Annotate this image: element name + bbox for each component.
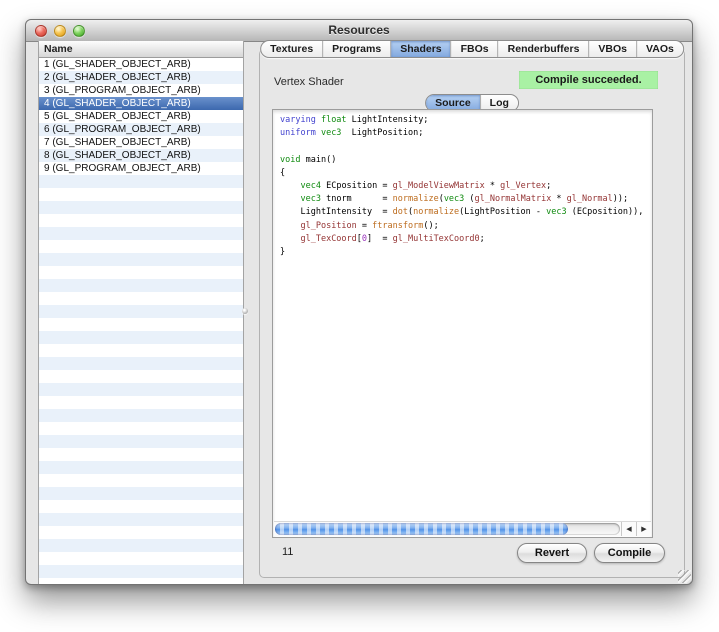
list-item[interactable]: 2 (GL_SHADER_OBJECT_ARB) [39,71,243,84]
line-count: 11 [282,546,293,558]
category-tab-bar: TexturesProgramsShadersFBOsRenderbuffers… [260,40,684,58]
code-line: varying float LightIntensity; [280,114,651,127]
shader-type-label: Vertex Shader [274,76,344,88]
resource-list-pane: Name 1 (GL_SHADER_OBJECT_ARB)2 (GL_SHADE… [38,41,244,584]
revert-button[interactable]: Revert [517,543,587,563]
list-item[interactable]: 3 (GL_PROGRAM_OBJECT_ARB) [39,84,243,97]
tab-renderbuffers[interactable]: Renderbuffers [498,41,589,57]
right-arrow-icon: ▶ [641,525,646,533]
tab-fbos[interactable]: FBOs [451,41,498,57]
code-line: { [280,167,651,180]
code-line: gl_Position = ftransform(); [280,220,651,233]
tab-programs[interactable]: Programs [322,41,390,57]
list-item[interactable]: 7 (GL_SHADER_OBJECT_ARB) [39,136,243,149]
resource-rows: 1 (GL_SHADER_OBJECT_ARB)2 (GL_SHADER_OBJ… [39,58,243,584]
title-bar[interactable]: Resources [26,20,692,42]
close-button[interactable] [35,25,47,37]
code-line: void main() [280,154,651,167]
tab-shaders[interactable]: Shaders [390,41,450,57]
shader-source-code: varying float LightIntensity;uniform vec… [274,112,651,519]
list-item[interactable]: 1 (GL_SHADER_OBJECT_ARB) [39,58,243,71]
code-line: vec3 tnorm = normalize(vec3 (gl_NormalMa… [280,193,651,206]
scrollbar-track[interactable] [275,523,620,535]
scroll-right-button[interactable]: ▶ [636,522,651,536]
tab-vbos[interactable]: VBOs [588,41,636,57]
code-line: uniform vec3 LightPosition; [280,127,651,140]
splitter-dimple[interactable] [242,308,248,314]
source-editor[interactable]: varying float LightIntensity;uniform vec… [272,109,653,538]
code-line [280,140,651,153]
window-controls [35,25,85,37]
compile-button[interactable]: Compile [594,543,665,563]
list-item[interactable]: 9 (GL_PROGRAM_OBJECT_ARB) [39,162,243,175]
left-arrow-icon: ◀ [626,525,631,533]
code-line: } [280,246,651,259]
compile-status-badge: Compile succeeded. [519,71,658,89]
horizontal-scrollbar[interactable]: ◀ ▶ [274,521,651,536]
zoom-button[interactable] [73,25,85,37]
column-header-name[interactable]: Name [39,41,243,58]
minimize-button[interactable] [54,25,66,37]
desktop: Resources Name 1 (GL_SHADER_OBJECT_ARB)2… [0,0,719,632]
code-line: vec4 ECposition = gl_ModelViewMatrix * g… [280,180,651,193]
list-item[interactable]: 4 (GL_SHADER_OBJECT_ARB) [39,97,243,110]
resources-window: Resources Name 1 (GL_SHADER_OBJECT_ARB)2… [25,19,693,585]
scroll-left-button[interactable]: ◀ [621,522,636,536]
tab-vaos[interactable]: VAOs [636,41,683,57]
list-item[interactable]: 8 (GL_SHADER_OBJECT_ARB) [39,149,243,162]
code-line: gl_TexCoord[0] = gl_MultiTexCoord0; [280,233,651,246]
scrollbar-thumb[interactable] [275,523,568,535]
list-item[interactable]: 6 (GL_PROGRAM_OBJECT_ARB) [39,123,243,136]
detail-pane: TexturesProgramsShadersFBOsRenderbuffers… [259,49,685,578]
resize-grip[interactable] [678,570,691,583]
window-title: Resources [26,20,692,41]
list-item[interactable]: 5 (GL_SHADER_OBJECT_ARB) [39,110,243,123]
code-line: LightIntensity = dot(normalize(LightPosi… [280,206,651,219]
tab-textures[interactable]: Textures [261,41,322,57]
